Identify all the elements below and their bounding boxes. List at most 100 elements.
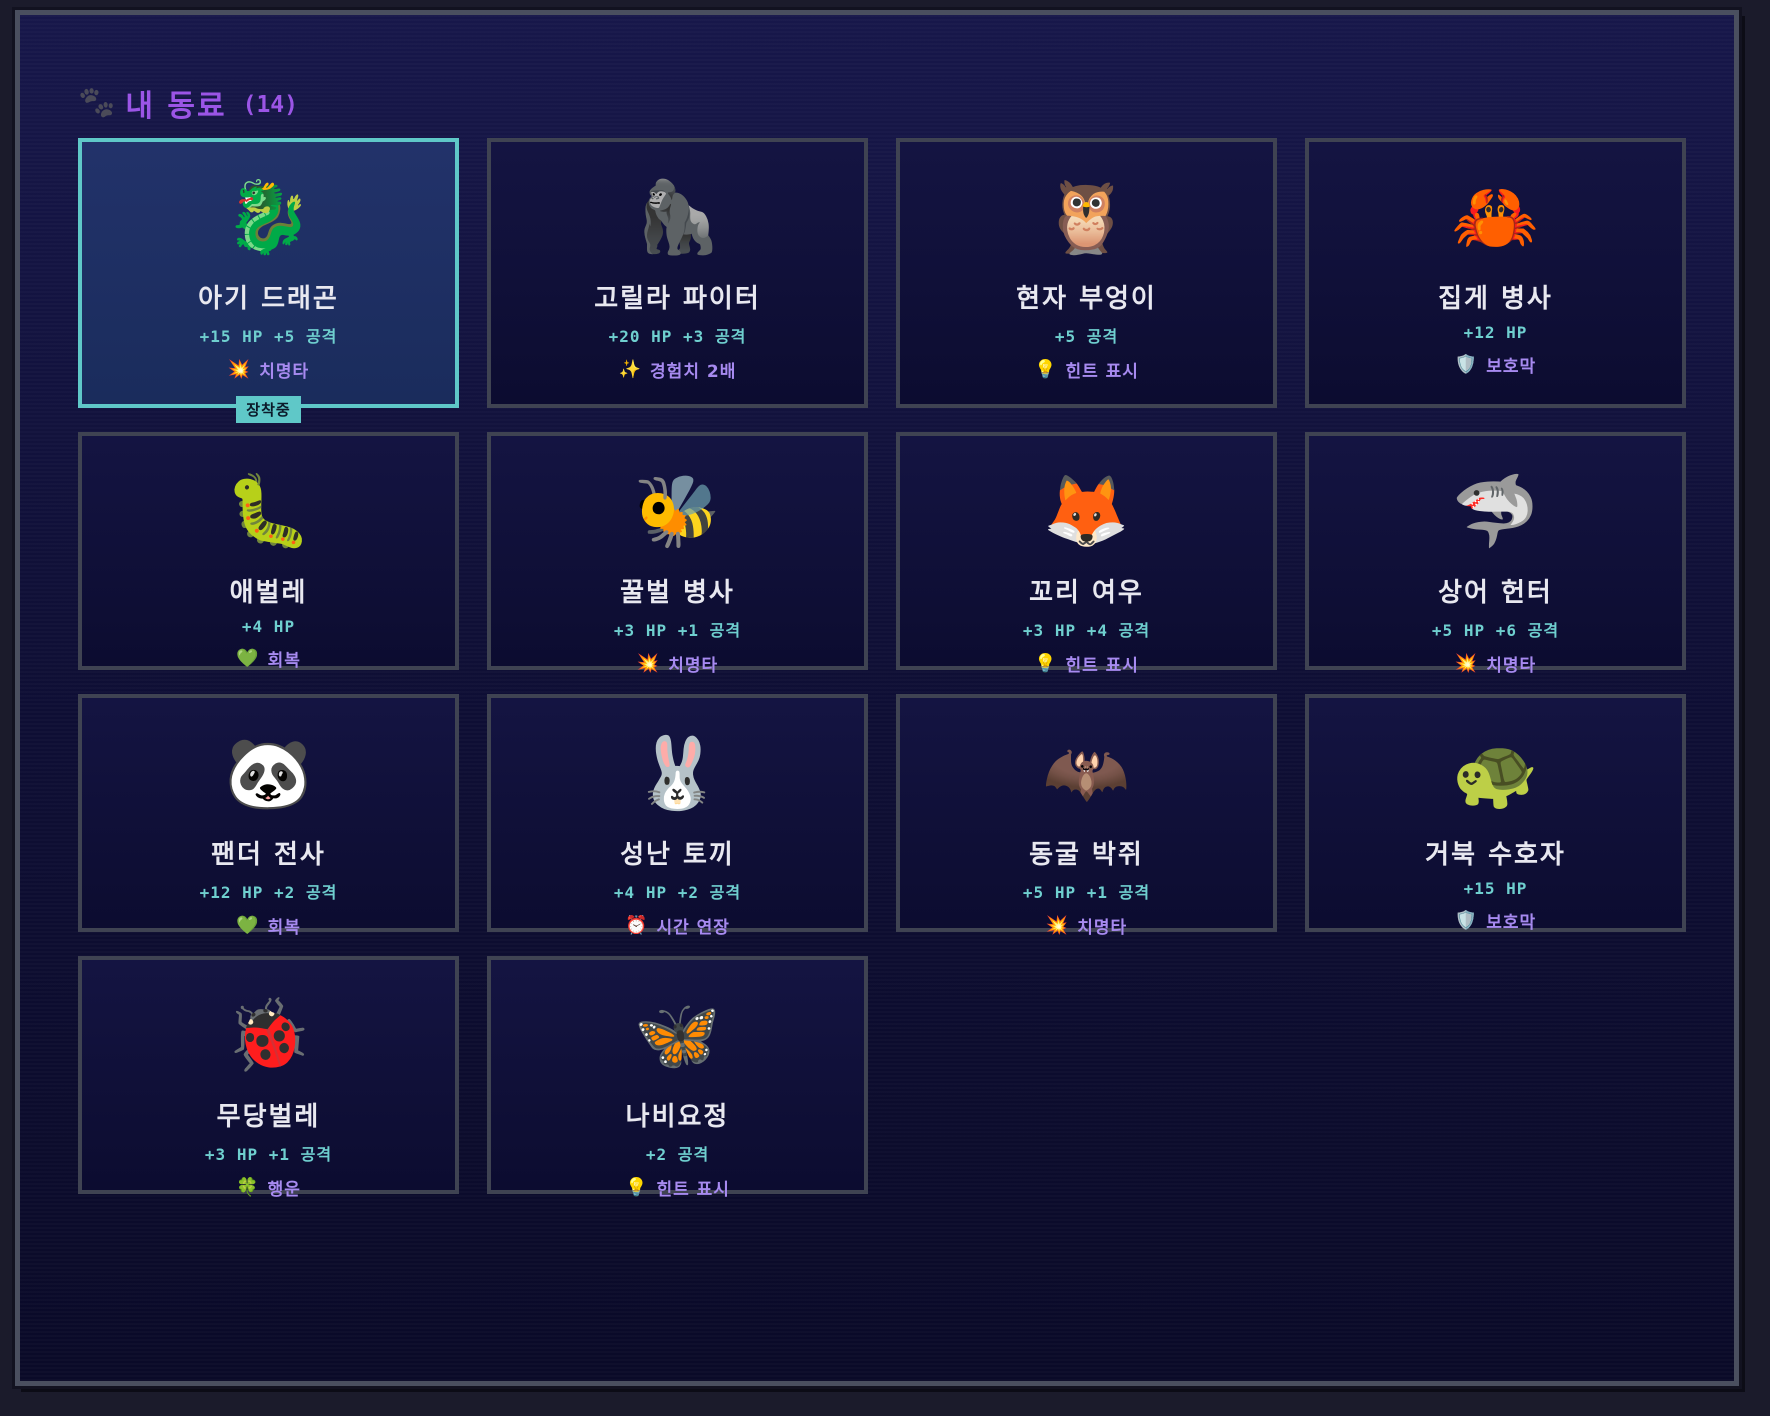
skill-icon: ⏰ <box>625 915 649 936</box>
companion-icon: 🦊 <box>1042 470 1131 552</box>
companion-name: 팬더 전사 <box>211 840 326 870</box>
companion-skill: 💡 힌트 표시 <box>625 1175 730 1200</box>
companion-panel: 🐾 내 동료 (14) 🐉 아기 드래곤 +15 HP +5 공격 💥 치명타 장착중 🦍 고… <box>15 10 1739 1386</box>
companion-card[interactable]: 🐼 팬더 전사 +12 HP +2 공격 💚 회복 <box>78 694 459 938</box>
companion-skill: ✨ 경험치 2배 <box>619 357 737 382</box>
companion-name: 동굴 박쥐 <box>1029 840 1144 870</box>
companion-card[interactable]: 🐉 아기 드래곤 +15 HP +5 공격 💥 치명타장착중 <box>78 138 459 423</box>
companion-name: 애벌레 <box>229 578 308 608</box>
companion-count: (14) <box>242 92 298 118</box>
companion-name: 성난 토끼 <box>620 840 735 870</box>
companion-card[interactable]: 🦀 집게 병사 +12 HP 🛡️ 보호막 <box>1305 138 1686 408</box>
companion-name: 고릴라 파이터 <box>594 284 761 314</box>
companion-card[interactable]: 🦇 동굴 박쥐 +5 HP +1 공격 💥 치명타 <box>896 694 1277 938</box>
companion-icon: 🦉 <box>1042 176 1131 258</box>
companion-skill: 💡 힌트 표시 <box>1034 357 1139 382</box>
companion-stats: +3 HP +1 공격 <box>204 1145 333 1164</box>
skill-label: 힌트 표시 <box>1065 656 1139 676</box>
skill-label: 치명타 <box>1077 918 1128 938</box>
companion-name: 나비요정 <box>625 1102 730 1132</box>
companion-skill: 💥 치명타 <box>637 651 718 676</box>
skill-label: 보호막 <box>1486 357 1537 377</box>
skill-icon: 💥 <box>1045 915 1070 936</box>
skill-label: 치명타 <box>259 362 310 382</box>
companion-icon: 🐰 <box>633 732 722 814</box>
skill-icon: 🍀 <box>236 1177 260 1198</box>
companion-card[interactable]: 🦉 현자 부엉이 +5 공격 💡 힌트 표시 <box>896 138 1277 408</box>
companion-skill: 💥 치명타 <box>228 357 309 382</box>
skill-icon: 🛡️ <box>1454 354 1479 375</box>
companion-card[interactable]: 🐢 거북 수호자 +15 HP 🛡️ 보호막 <box>1305 694 1686 933</box>
companion-icon: 🦀 <box>1451 176 1540 258</box>
companion-skill: ⏰ 시간 연장 <box>625 913 730 938</box>
skill-label: 힌트 표시 <box>1065 362 1139 382</box>
companion-icon: 🦈 <box>1451 470 1540 552</box>
companion-icon: 🐛 <box>224 470 313 552</box>
companion-card[interactable]: 🐛 애벌레 +4 HP 💚 회복 <box>78 432 459 671</box>
companion-icon: 🦋 <box>633 994 722 1076</box>
companion-card[interactable]: 🦈 상어 헌터 +5 HP +6 공격 💥 치명타 <box>1305 432 1686 676</box>
companion-stats: +20 HP +3 공격 <box>608 327 747 346</box>
skill-icon: 💚 <box>236 915 260 936</box>
companion-stats: +5 HP +1 공격 <box>1022 883 1151 902</box>
companion-skill: 💥 치명타 <box>1046 913 1127 938</box>
paw-icon: 🐾 <box>78 85 116 120</box>
skill-icon: 💥 <box>1454 653 1479 674</box>
skill-label: 치명타 <box>668 656 719 676</box>
companion-icon: 🦍 <box>633 176 722 258</box>
companion-skill: 💥 치명타 <box>1455 651 1536 676</box>
skill-label: 경험치 2배 <box>650 362 737 382</box>
skill-label: 힌트 표시 <box>656 1180 730 1200</box>
skill-label: 회복 <box>267 918 301 938</box>
companion-icon: 🐉 <box>224 176 313 258</box>
equipped-badge: 장착중 <box>236 396 301 423</box>
companion-name: 거북 수호자 <box>1425 840 1566 870</box>
companion-stats: +4 HP <box>241 617 296 636</box>
companion-name: 집게 병사 <box>1438 284 1553 314</box>
companion-skill: 💚 회복 <box>236 913 301 938</box>
companion-card[interactable]: 🐞 무당벌레 +3 HP +1 공격 🍀 행운 <box>78 956 459 1200</box>
skill-icon: 💡 <box>1034 653 1058 674</box>
companion-stats: +12 HP +2 공격 <box>199 883 338 902</box>
companion-skill: 🍀 행운 <box>236 1175 301 1200</box>
skill-label: 치명타 <box>1486 656 1537 676</box>
companion-icon: 🐼 <box>224 732 313 814</box>
companion-icon: 🐞 <box>224 994 313 1076</box>
companion-skill: 🛡️ 보호막 <box>1455 352 1536 377</box>
companion-card[interactable]: 🦍 고릴라 파이터 +20 HP +3 공격 ✨ 경험치 2배 <box>487 138 868 408</box>
companion-stats: +5 HP +6 공격 <box>1431 621 1560 640</box>
companion-card[interactable]: 🦋 나비요정 +2 공격 💡 힌트 표시 <box>487 956 868 1200</box>
companion-name: 상어 헌터 <box>1438 578 1553 608</box>
companion-name: 무당벌레 <box>216 1102 321 1132</box>
companion-stats: +4 HP +2 공격 <box>613 883 742 902</box>
companion-skill: 🛡️ 보호막 <box>1455 908 1536 933</box>
skill-icon: 💡 <box>625 1177 649 1198</box>
skill-label: 회복 <box>267 651 301 671</box>
companion-stats: +3 HP +1 공격 <box>613 621 742 640</box>
companion-icon: 🐢 <box>1451 732 1540 814</box>
companion-card[interactable]: 🐝 꿀벌 병사 +3 HP +1 공격 💥 치명타 <box>487 432 868 676</box>
companion-name: 아기 드래곤 <box>198 284 339 314</box>
companion-skill: 💚 회복 <box>236 646 301 671</box>
companion-stats: +15 HP +5 공격 <box>199 327 338 346</box>
skill-icon: 💚 <box>236 648 260 669</box>
skill-icon: 💥 <box>227 359 252 380</box>
companion-stats: +15 HP <box>1463 879 1528 898</box>
companion-name: 꼬리 여우 <box>1029 578 1144 608</box>
skill-icon: 💡 <box>1034 359 1058 380</box>
skill-label: 시간 연장 <box>656 918 730 938</box>
companions-header: 🐾 내 동료 (14) <box>78 73 298 133</box>
companion-name: 현자 부엉이 <box>1016 284 1157 314</box>
skill-label: 보호막 <box>1486 913 1537 933</box>
skill-icon: 🛡️ <box>1454 910 1479 931</box>
companion-stats: +2 공격 <box>645 1145 710 1164</box>
companion-skill: 💡 힌트 표시 <box>1034 651 1139 676</box>
companion-card[interactable]: 🐰 성난 토끼 +4 HP +2 공격 ⏰ 시간 연장 <box>487 694 868 938</box>
companion-stats: +12 HP <box>1463 323 1528 342</box>
companion-card[interactable]: 🦊 꼬리 여우 +3 HP +4 공격 💡 힌트 표시 <box>896 432 1277 676</box>
companion-stats: +5 공격 <box>1054 327 1119 346</box>
companion-stats: +3 HP +4 공격 <box>1022 621 1151 640</box>
companion-grid: 🐉 아기 드래곤 +15 HP +5 공격 💥 치명타 장착중 🦍 고릴라 파이터 +20 HP… <box>78 138 1686 1200</box>
skill-icon: 💥 <box>636 653 661 674</box>
companion-icon: 🐝 <box>633 470 722 552</box>
